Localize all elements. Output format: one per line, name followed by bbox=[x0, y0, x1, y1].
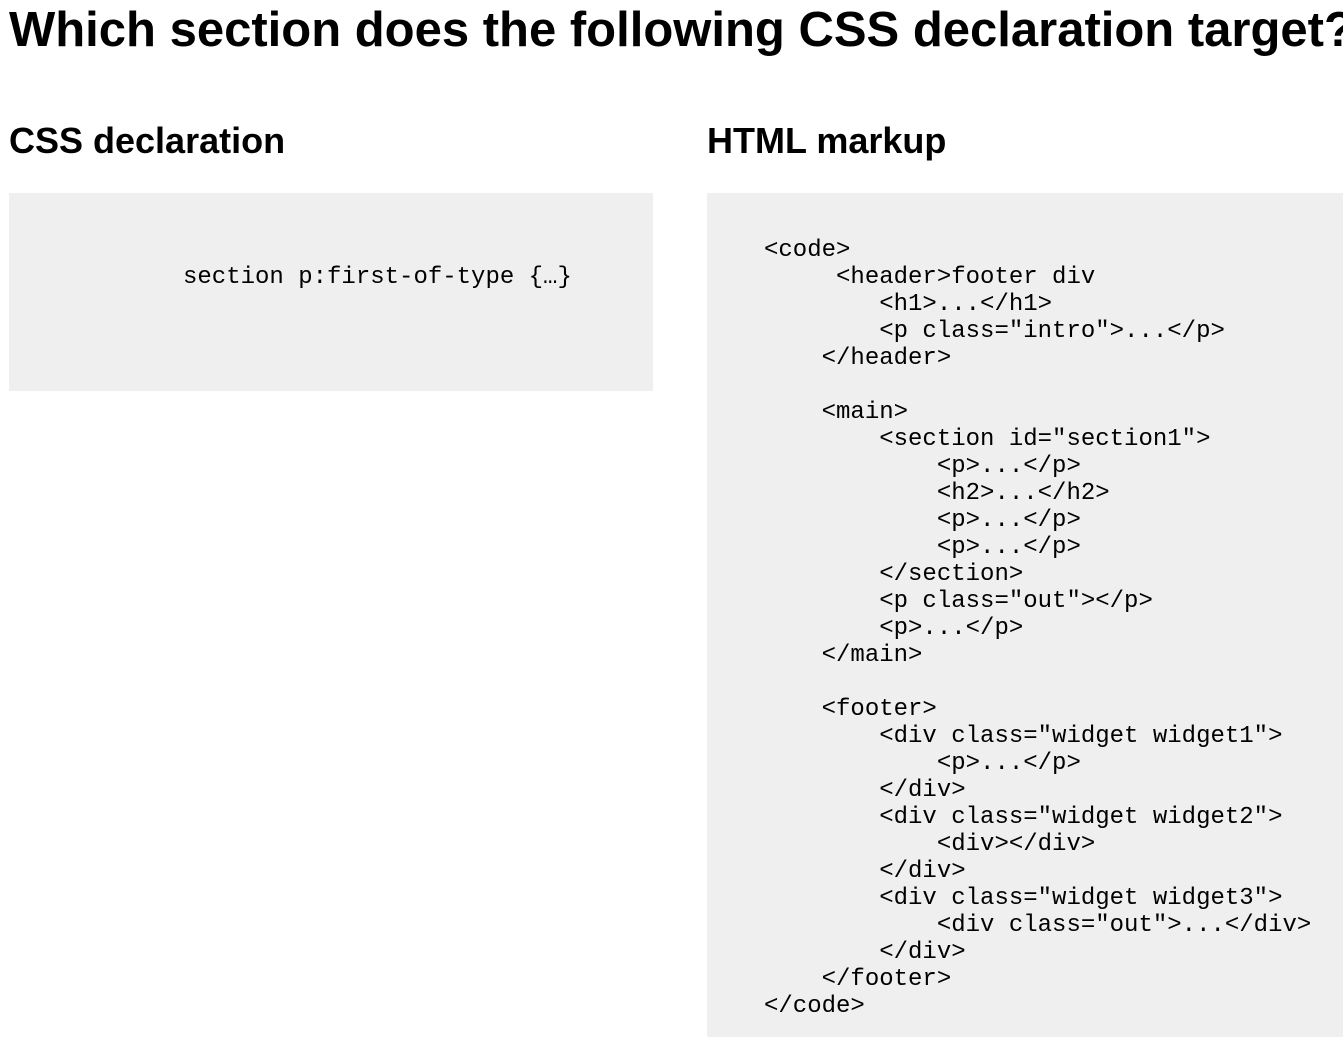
html-markup-heading: HTML markup bbox=[707, 120, 947, 161]
markup-line: </code> bbox=[764, 993, 865, 1020]
markup-line bbox=[764, 372, 1311, 399]
css-declaration-heading: CSS declaration bbox=[9, 120, 286, 161]
markup-line: <header>footer div bbox=[764, 264, 1096, 291]
markup-line: <h1>...</h1> bbox=[764, 291, 1053, 318]
markup-line bbox=[764, 669, 1311, 696]
html-markup-panel: <code> <header>footer div <h1>...</h1> <… bbox=[707, 193, 1343, 1037]
markup-line: </div> bbox=[764, 777, 966, 804]
markup-line: <footer> bbox=[764, 696, 937, 723]
html-markup-code: <code> <header>footer div <h1>...</h1> <… bbox=[764, 237, 1311, 1020]
markup-line: <code> bbox=[764, 237, 851, 264]
markup-line: <p>...</p> bbox=[764, 615, 1024, 642]
markup-line: <main> bbox=[764, 399, 909, 426]
markup-line: <div class="widget widget1"> bbox=[764, 723, 1283, 750]
markup-line: <p class="intro">...</p> bbox=[764, 318, 1225, 345]
markup-line: </section> bbox=[764, 561, 1024, 588]
markup-line: </div> bbox=[764, 939, 966, 966]
question-title: Which section does the following CSS dec… bbox=[9, 3, 1343, 57]
markup-line: <div class="widget widget3"> bbox=[764, 885, 1283, 912]
markup-line: <p>...</p> bbox=[764, 750, 1081, 777]
markup-line: <div></div> bbox=[764, 831, 1096, 858]
markup-line: </main> bbox=[764, 642, 923, 669]
markup-line: <p class="out"></p> bbox=[764, 588, 1153, 615]
css-declaration-code: section p:first-of-type {…} bbox=[183, 264, 572, 291]
markup-line: <p>...</p> bbox=[764, 453, 1081, 480]
markup-line: <p>...</p> bbox=[764, 534, 1081, 561]
markup-line: <h2>...</h2> bbox=[764, 480, 1110, 507]
markup-line: </footer> bbox=[764, 966, 952, 993]
markup-line: <div class="widget widget2"> bbox=[764, 804, 1283, 831]
markup-line: <section id="section1"> bbox=[764, 426, 1211, 453]
markup-line: </div> bbox=[764, 858, 966, 885]
markup-line: <p>...</p> bbox=[764, 507, 1081, 534]
css-declaration-panel: section p:first-of-type {…} bbox=[9, 193, 653, 391]
markup-line: </header> bbox=[764, 345, 952, 372]
markup-line: <div class="out">...</div> bbox=[764, 912, 1312, 939]
